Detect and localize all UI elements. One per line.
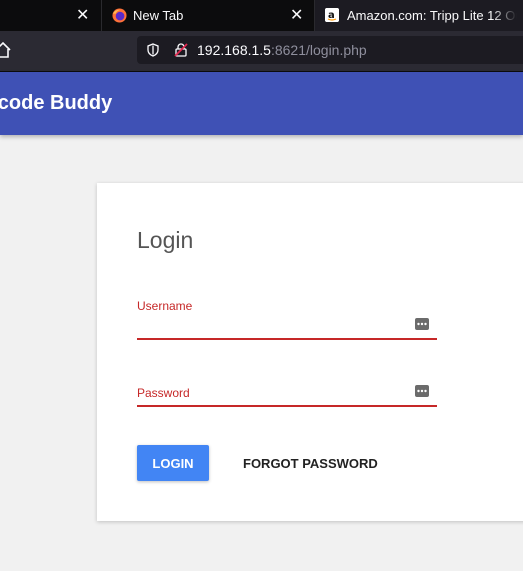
username-underline <box>137 338 437 340</box>
tab-new-tab[interactable]: New Tab ✕ <box>101 0 313 31</box>
username-label: Username <box>137 299 193 313</box>
tab-previous[interactable]: ✕ <box>0 0 100 31</box>
tab-label: New Tab <box>133 8 184 23</box>
password-underline <box>137 405 437 407</box>
tab-close-icon[interactable]: ✕ <box>290 0 303 31</box>
forgot-password-button[interactable]: FORGOT PASSWORD <box>233 445 388 481</box>
url-host: 192.168.1.5 <box>197 42 271 58</box>
firefox-icon <box>112 8 127 23</box>
password-manager-icon[interactable] <box>415 385 429 397</box>
login-card: Login Username Password LOGIN FORGOT PAS… <box>97 183 523 521</box>
login-button[interactable]: LOGIN <box>137 445 209 481</box>
amazon-icon: a <box>325 8 339 22</box>
home-icon[interactable] <box>0 41 12 59</box>
url-text[interactable]: 192.168.1.5:8621/login.php <box>197 36 367 64</box>
tab-label: Amazon.com: Tripp Lite 12 Outlet Surge <box>347 8 517 23</box>
login-title: Login <box>137 227 194 253</box>
browser-nav-bar: 192.168.1.5:8621/login.php <box>0 31 523 72</box>
password-manager-icon[interactable] <box>415 318 429 330</box>
url-path: :8621/login.php <box>270 42 367 58</box>
password-field[interactable] <box>137 382 411 406</box>
browser-tab-bar: ✕ New Tab ✕ a Amazon.com: Tripp Lite 12 … <box>0 0 523 31</box>
app-title: rcode Buddy <box>0 92 113 114</box>
app-header: rcode Buddy <box>0 72 523 135</box>
insecure-lock-icon[interactable] <box>173 42 189 58</box>
tab-close-icon[interactable]: ✕ <box>76 0 89 31</box>
shield-icon[interactable] <box>146 43 160 57</box>
url-bar[interactable]: 192.168.1.5:8621/login.php <box>137 36 523 64</box>
username-field[interactable] <box>137 315 411 339</box>
tab-amazon[interactable]: a Amazon.com: Tripp Lite 12 Outlet Surge <box>314 0 523 31</box>
